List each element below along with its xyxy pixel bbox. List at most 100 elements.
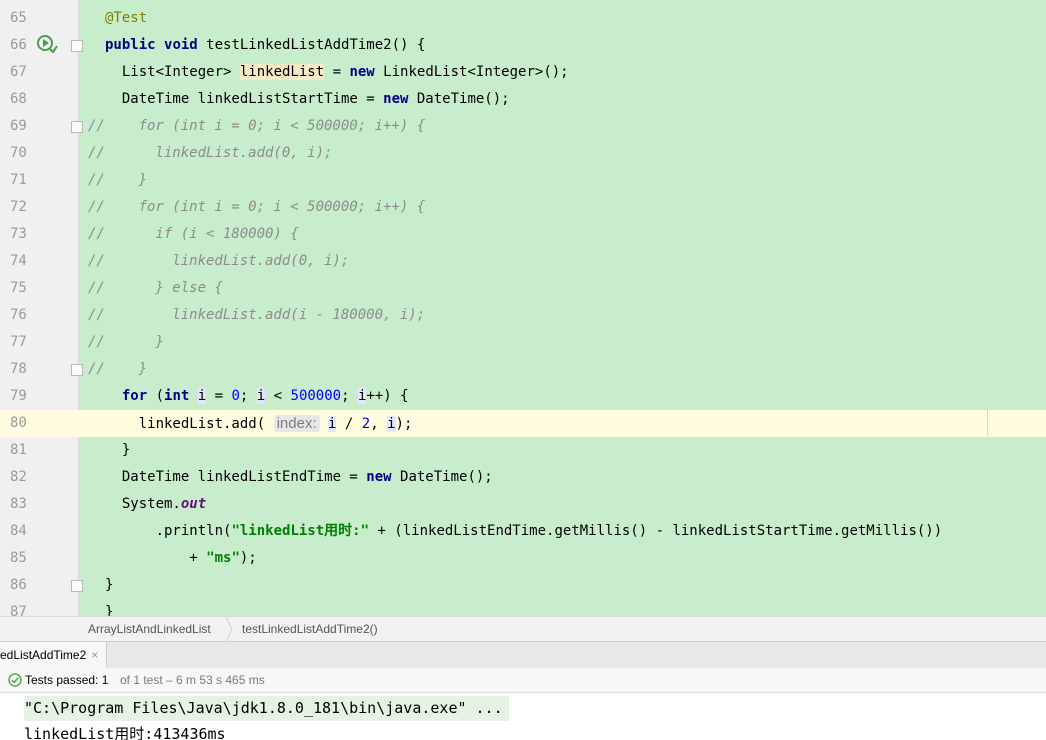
code-token: 2 — [361, 416, 371, 432]
code-editor[interactable]: 65 @Test 66 public void testLinkedListAddTi… — [0, 0, 1046, 616]
code-text: } — [105, 599, 113, 616]
breadcrumb-separator-icon — [225, 617, 233, 642]
run-tool-window-tabs: edListAddTime2 × — [0, 641, 1046, 669]
console-command-line: "C:\Program Files\Java\jdk1.8.0_181\bin\… — [24, 696, 509, 721]
code-line[interactable]: 71 // } — [0, 167, 1046, 194]
code-text: // linkedList.add(i - 180000, i); — [88, 302, 425, 329]
line-number: 70 — [10, 145, 27, 161]
line-number: 69 — [10, 118, 27, 134]
code-line[interactable]: 69 // for (int i = 0; i < 500000; i++) { — [0, 113, 1046, 140]
code-text: linkedList.add( index: i / 2, i); — [105, 410, 412, 437]
code-token: = — [324, 64, 350, 80]
code-token: // for (int i = 0; i < 500000; i++) { — [88, 199, 426, 215]
code-text: } — [105, 437, 130, 464]
code-token: for — [121, 388, 148, 404]
code-token: DateTime(); — [408, 91, 510, 107]
parameter-hint: index: — [273, 415, 320, 432]
line-number: 65 — [10, 10, 27, 26]
code-text: } — [105, 572, 113, 599]
code-token: 0 — [231, 388, 240, 404]
code-line[interactable]: 67 List<Integer> linkedList = new Linked… — [0, 59, 1046, 86]
code-line[interactable]: 86} — [0, 572, 1046, 599]
code-token: + — [105, 550, 207, 566]
code-token: , — [370, 416, 388, 432]
code-line[interactable]: 81 } — [0, 437, 1046, 464]
line-number: 85 — [10, 550, 27, 566]
code-token: void — [164, 37, 198, 53]
code-line[interactable]: 72 // for (int i = 0; i < 500000; i++) { — [0, 194, 1046, 221]
line-number: 80 — [0, 410, 40, 437]
line-number: 72 — [10, 199, 27, 215]
code-line[interactable]: 82 DateTime linkedListEndTime = new Date… — [0, 464, 1046, 491]
line-number: 87 — [10, 604, 27, 616]
code-text: + "ms"); — [105, 545, 257, 572]
code-line[interactable]: 66 public void testLinkedListAddTime2() { — [0, 32, 1046, 59]
code-line[interactable]: 78 // } — [0, 356, 1046, 383]
code-token: i — [197, 388, 207, 404]
code-token: = — [206, 388, 232, 404]
code-token: new — [366, 469, 392, 485]
line-number: 66 — [10, 37, 27, 53]
code-line[interactable]: 73 // if (i < 180000) { — [0, 221, 1046, 248]
code-line[interactable]: 70 // linkedList.add(0, i); — [0, 140, 1046, 167]
fold-marker-icon[interactable] — [71, 364, 83, 376]
console-output[interactable]: "C:\Program Files\Java\jdk1.8.0_181\bin\… — [0, 693, 1046, 740]
fold-marker-icon[interactable] — [71, 121, 83, 133]
code-token: "linkedList用时:" — [231, 523, 370, 539]
code-text: for (int i = 0; i < 500000; i++) { — [105, 383, 409, 410]
code-token: new — [349, 64, 375, 80]
code-line[interactable]: 83 System.out — [0, 491, 1046, 518]
code-text: // } — [88, 167, 147, 194]
code-token: // linkedList.add(0, i); — [88, 253, 350, 269]
code-line[interactable]: 77 // } — [0, 329, 1046, 356]
code-token: // } else { — [88, 280, 223, 296]
run-tab[interactable]: edListAddTime2 × — [0, 642, 108, 668]
close-icon[interactable]: × — [91, 648, 98, 662]
code-token: DateTime linkedListStartTime = — [105, 91, 384, 107]
code-token: ); — [239, 550, 257, 566]
run-test-icon[interactable] — [36, 33, 58, 55]
line-number: 76 — [10, 307, 27, 323]
code-token: < — [265, 388, 291, 404]
code-line[interactable]: 85 + "ms"); — [0, 545, 1046, 572]
code-token: new — [383, 91, 409, 107]
code-token: .println( — [105, 523, 232, 539]
code-line[interactable]: 87} — [0, 599, 1046, 616]
tests-detail: of 1 test – 6 m 53 s 465 ms — [120, 673, 265, 687]
code-token: } — [105, 577, 114, 593]
code-token: ++) { — [366, 388, 409, 404]
line-number: 79 — [10, 388, 27, 404]
code-text: // if (i < 180000) { — [88, 221, 299, 248]
breadcrumb-class[interactable]: ArrayListAndLinkedList — [88, 617, 211, 642]
code-line[interactable]: 79 for (int i = 0; i < 500000; i++) { — [0, 383, 1046, 410]
code-line[interactable]: 80 linkedList.add( index: i / 2, i); — [0, 410, 1046, 437]
code-token: ; — [341, 388, 358, 404]
code-text: // for (int i = 0; i < 500000; i++) { — [88, 113, 425, 140]
code-token: 500000 — [290, 388, 342, 404]
code-token: DateTime linkedListEndTime = — [105, 469, 367, 485]
code-text: public void testLinkedListAddTime2() { — [105, 32, 425, 59]
code-token: DateTime(); — [391, 469, 493, 485]
code-token: // linkedList.add(i - 180000, i); — [88, 307, 426, 323]
fold-marker-icon[interactable] — [71, 40, 83, 52]
code-line[interactable]: 76 // linkedList.add(i - 180000, i); — [0, 302, 1046, 329]
run-tab-label: edListAddTime2 — [0, 648, 87, 662]
code-line[interactable]: 74 // linkedList.add(0, i); — [0, 248, 1046, 275]
fold-marker-icon[interactable] — [71, 580, 83, 592]
code-line[interactable]: 75 // } else { — [0, 275, 1046, 302]
code-line[interactable]: 68 DateTime linkedListStartTime = new Da… — [0, 86, 1046, 113]
code-line[interactable]: 65 @Test — [0, 5, 1046, 32]
breadcrumb-method[interactable]: testLinkedListAddTime2() — [242, 617, 378, 642]
code-token: ( — [147, 388, 165, 404]
code-line[interactable]: 84 .println("linkedList用时:" + (linkedLis… — [0, 518, 1046, 545]
code-text: // linkedList.add(0, i); — [88, 248, 349, 275]
code-token: @Test — [105, 10, 148, 26]
line-number: 81 — [10, 442, 27, 458]
line-number: 86 — [10, 577, 27, 593]
code-text: System.out — [105, 491, 206, 518]
line-number: 71 — [10, 172, 27, 188]
code-token: linkedList — [239, 64, 325, 80]
